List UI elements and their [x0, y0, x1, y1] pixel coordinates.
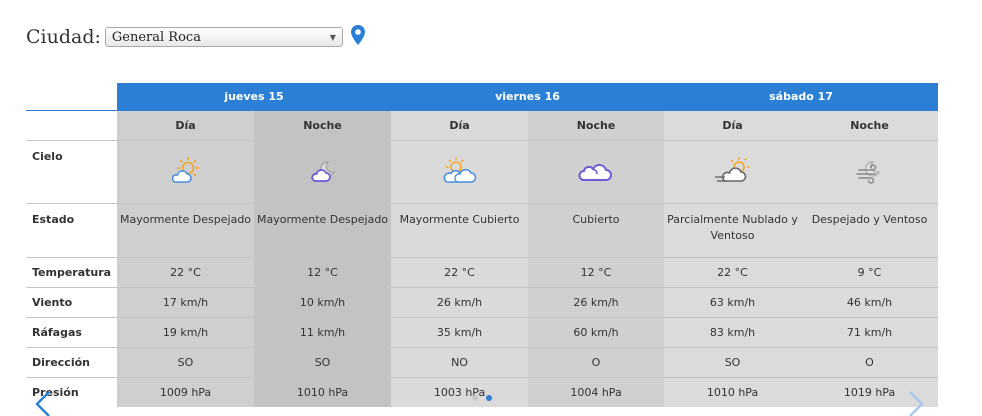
- chevron-left-icon[interactable]: [33, 390, 53, 416]
- row-label-rafagas: Ráfagas: [26, 317, 117, 348]
- direccion-cell: O: [801, 347, 939, 378]
- table-row: Presión 1009 hPa 1010 hPa 1003 hPa 1004 …: [26, 377, 939, 407]
- table-row: Ráfagas 19 km/h 11 km/h 35 km/h 60 km/h …: [26, 317, 939, 348]
- estado-cell: Mayormente Despejado: [117, 203, 254, 258]
- period-header: Noche: [801, 110, 939, 141]
- table-row: Temperatura 22 °C 12 °C 22 °C 12 °C 22 °…: [26, 257, 939, 288]
- rafagas-cell: 83 km/h: [664, 317, 802, 348]
- table-row: Dirección SO SO NO O SO O: [26, 347, 939, 378]
- viento-cell: 10 km/h: [254, 287, 392, 318]
- row-label-estado: Estado: [26, 203, 117, 258]
- table-row: Viento 17 km/h 10 km/h 26 km/h 26 km/h 6…: [26, 287, 939, 318]
- partly-cloudy-day-icon: [171, 156, 199, 183]
- row-label-temperatura: Temperatura: [26, 257, 117, 288]
- period-header: Noche: [528, 110, 665, 141]
- partly-cloudy-night-icon: [310, 160, 335, 182]
- city-select-value: General Roca: [111, 29, 201, 45]
- rafagas-cell: 60 km/h: [528, 317, 665, 348]
- period-header: Noche: [254, 110, 392, 141]
- estado-cell: Cubierto: [528, 203, 665, 258]
- temperatura-cell: 22 °C: [664, 257, 802, 288]
- city-select[interactable]: General Roca ▼: [104, 27, 343, 47]
- carousel-dot-2[interactable]: [486, 395, 492, 401]
- chevron-down-icon: ▼: [329, 32, 336, 42]
- row-label-cielo: Cielo: [26, 140, 117, 204]
- estado-cell: Parcialmente Nublado y Ventoso: [664, 203, 802, 258]
- location-pin-icon[interactable]: [350, 25, 365, 45]
- presion-cell: 1009 hPa: [117, 377, 254, 407]
- table-row: Cielo: [26, 140, 939, 204]
- period-header: Día: [391, 110, 529, 141]
- table-row: Estado Mayormente Despejado Mayormente D…: [26, 203, 939, 258]
- period-header: Día: [664, 110, 802, 141]
- forecast-table: jueves 15 viernes 16 sábado 17 Día Noche…: [26, 83, 939, 407]
- estado-cell: Despejado y Ventoso: [801, 203, 939, 258]
- day-header-2: viernes 16: [391, 83, 665, 111]
- carousel-dot-1[interactable]: [472, 395, 478, 401]
- city-label: Ciudad:: [26, 26, 101, 48]
- carousel-dots: [472, 395, 492, 401]
- city-selector-row: Ciudad: General Roca ▼: [26, 25, 365, 48]
- estado-cell: Mayormente Cubierto: [391, 203, 529, 258]
- temperatura-cell: 12 °C: [254, 257, 392, 288]
- direccion-cell: SO: [664, 347, 802, 378]
- viento-cell: 46 km/h: [801, 287, 939, 318]
- windy-clear-night-icon: [855, 160, 880, 184]
- direccion-cell: NO: [391, 347, 529, 378]
- direccion-cell: O: [528, 347, 665, 378]
- temperatura-cell: 9 °C: [801, 257, 939, 288]
- estado-cell: Mayormente Despejado: [254, 203, 392, 258]
- viento-cell: 63 km/h: [664, 287, 802, 318]
- viento-cell: 17 km/h: [117, 287, 254, 318]
- chevron-right-icon[interactable]: [906, 390, 926, 416]
- presion-cell: 1003 hPa: [391, 377, 529, 407]
- rafagas-cell: 19 km/h: [117, 317, 254, 348]
- row-label-viento: Viento: [26, 287, 117, 318]
- partly-cloudy-windy-icon: [714, 156, 750, 182]
- day-header-1: jueves 15: [117, 83, 392, 111]
- mostly-cloudy-day-icon: [443, 156, 476, 183]
- period-corner: [26, 110, 117, 141]
- viento-cell: 26 km/h: [528, 287, 665, 318]
- presion-cell: 1010 hPa: [664, 377, 802, 407]
- direccion-cell: SO: [117, 347, 254, 378]
- rafagas-cell: 71 km/h: [801, 317, 939, 348]
- direccion-cell: SO: [254, 347, 392, 378]
- temperatura-cell: 12 °C: [528, 257, 665, 288]
- row-label-direccion: Dirección: [26, 347, 117, 378]
- rafagas-cell: 35 km/h: [391, 317, 529, 348]
- cloudy-icon: [578, 163, 612, 181]
- viento-cell: 26 km/h: [391, 287, 529, 318]
- temperatura-cell: 22 °C: [117, 257, 254, 288]
- temperatura-cell: 22 °C: [391, 257, 529, 288]
- period-header: Día: [117, 110, 254, 141]
- rafagas-cell: 11 km/h: [254, 317, 392, 348]
- presion-cell: 1010 hPa: [254, 377, 392, 407]
- presion-cell: 1004 hPa: [528, 377, 665, 407]
- day-header-3: sábado 17: [664, 83, 939, 111]
- table-corner: [26, 83, 117, 111]
